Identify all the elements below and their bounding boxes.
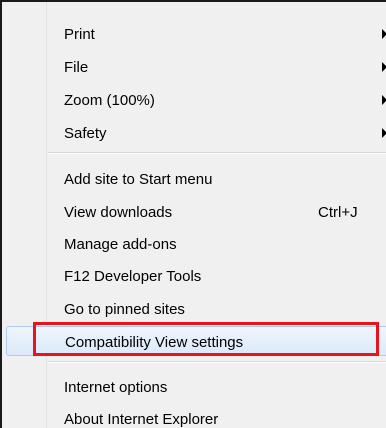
menu-item-manage-add-ons[interactable]: Manage add-ons bbox=[6, 229, 386, 259]
menu-separator bbox=[48, 152, 386, 154]
menu-item-view-downloads[interactable]: View downloads Ctrl+J bbox=[6, 197, 386, 227]
menu-item-print[interactable]: Print bbox=[6, 19, 386, 49]
menu-item-label: Safety bbox=[64, 125, 107, 142]
submenu-arrow-icon bbox=[382, 95, 386, 105]
menu-item-label: File bbox=[64, 59, 89, 76]
menu-item-label: Zoom (100%) bbox=[64, 92, 155, 109]
menu-item-label: Add site to Start menu bbox=[64, 171, 213, 188]
menu-item-f12-developer-tools[interactable]: F12 Developer Tools bbox=[6, 261, 386, 291]
menu-item-label: View downloads bbox=[64, 204, 173, 221]
menu-item-label: Print bbox=[64, 26, 95, 43]
menu-item-label: Go to pinned sites bbox=[64, 301, 185, 318]
context-menu: Print File Zoom (100%) Safety Add site t… bbox=[0, 0, 386, 428]
menu-item-add-site-to-start-menu[interactable]: Add site to Start menu bbox=[6, 164, 386, 194]
menu-item-label: Compatibility View settings bbox=[65, 334, 244, 351]
submenu-arrow-icon bbox=[382, 62, 386, 72]
submenu-arrow-icon bbox=[382, 29, 386, 39]
menu-item-file[interactable]: File bbox=[6, 52, 386, 82]
menu-item-internet-options[interactable]: Internet options bbox=[6, 372, 386, 402]
menu-separator bbox=[48, 361, 386, 363]
menu-item-label: About Internet Explorer bbox=[64, 411, 219, 428]
keyboard-shortcut: Ctrl+J bbox=[318, 204, 358, 221]
menu-item-label: Manage add-ons bbox=[64, 236, 177, 253]
menu-item-label: Internet options bbox=[64, 379, 168, 396]
menu-item-compatibility-view-settings[interactable]: Compatibility View settings bbox=[6, 326, 386, 356]
menu-item-go-to-pinned-sites[interactable]: Go to pinned sites bbox=[6, 294, 386, 324]
menu-item-zoom[interactable]: Zoom (100%) bbox=[6, 85, 386, 115]
menu-item-safety[interactable]: Safety bbox=[6, 118, 386, 148]
menu-item-label: F12 Developer Tools bbox=[64, 268, 202, 285]
submenu-arrow-icon bbox=[382, 128, 386, 138]
menu-item-about-internet-explorer[interactable]: About Internet Explorer bbox=[6, 404, 386, 428]
